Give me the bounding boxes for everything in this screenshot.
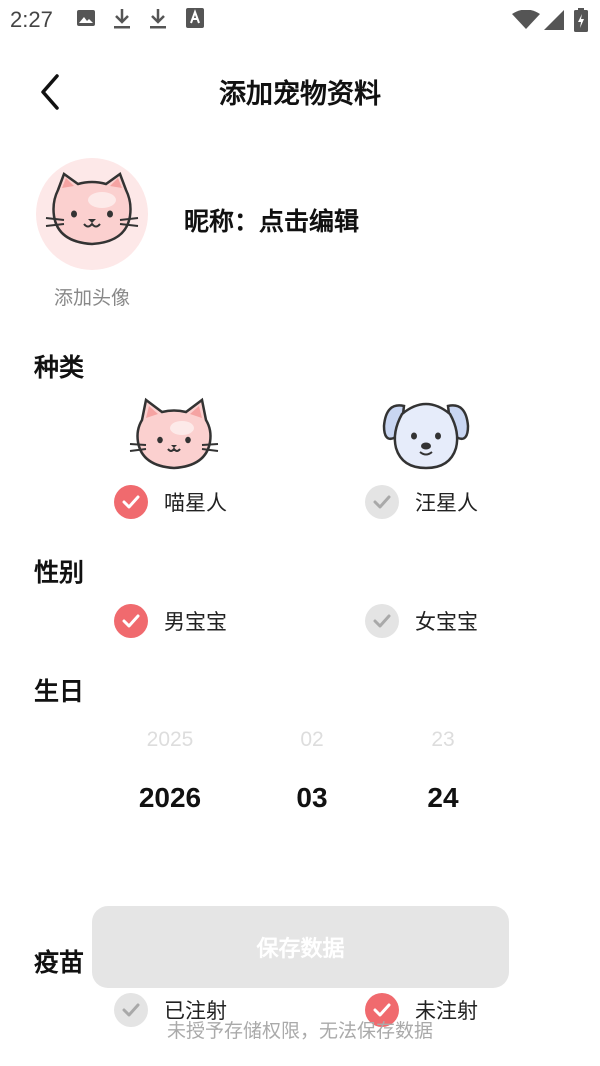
gender-option-male[interactable]: 男宝宝 [114, 603, 227, 639]
gender-option-female[interactable]: 女宝宝 [365, 603, 478, 639]
next-section-label-partial [34, 1054, 94, 1066]
option-label: 男宝宝 [164, 610, 227, 634]
species-option-dog[interactable]: 汪星人 [365, 484, 478, 520]
month-picker[interactable]: 02 03 [262, 728, 362, 814]
option-label: 汪星人 [415, 491, 478, 515]
vaccine-label: 疫苗 [34, 948, 85, 977]
day-prev: 23 [431, 728, 455, 751]
cat-avatar-icon [45, 172, 139, 246]
month-selected: 03 [296, 782, 328, 813]
page-title: 添加宠物资料 [219, 79, 381, 110]
month-prev: 02 [300, 728, 324, 751]
toast-message: 未授予存储权限，无法保存数据 [166, 1020, 433, 1042]
battery-charging-icon [574, 8, 588, 32]
year-selected: 2026 [138, 782, 202, 813]
save-button-label: 保存数据 [256, 937, 345, 962]
check-icon [114, 485, 148, 519]
species-label: 种类 [34, 353, 85, 382]
download-icon [150, 9, 166, 29]
birthday-label: 生日 [34, 677, 85, 706]
image-icon [77, 10, 95, 26]
year-picker[interactable]: 2025 2026 [110, 728, 230, 814]
option-label: 喵星人 [164, 491, 227, 515]
day-picker[interactable]: 23 24 [393, 728, 493, 814]
nickname-field[interactable]: 昵称：点击编辑 [184, 202, 359, 238]
cat-icon [129, 397, 219, 470]
gender-label: 性别 [34, 558, 85, 587]
wifi-icon [512, 10, 540, 29]
header: 添加宠物资料 [0, 60, 600, 120]
check-icon [365, 604, 399, 638]
avatar-caption: 添加头像 [53, 287, 130, 309]
avatar-picker[interactable] [36, 158, 148, 270]
keyboard-a-icon [186, 8, 204, 28]
check-icon [365, 485, 399, 519]
download-icon [114, 9, 130, 29]
save-button[interactable]: 保存数据 [92, 906, 509, 988]
check-icon [114, 604, 148, 638]
status-bar: 2:27 [0, 0, 600, 44]
option-label: 女宝宝 [415, 610, 478, 634]
signal-icon [544, 10, 564, 30]
species-option-cat[interactable]: 喵星人 [114, 484, 227, 520]
dog-icon [382, 402, 470, 470]
day-selected: 24 [427, 782, 459, 813]
status-time: 2:27 [10, 7, 53, 32]
year-prev: 2025 [146, 728, 194, 751]
